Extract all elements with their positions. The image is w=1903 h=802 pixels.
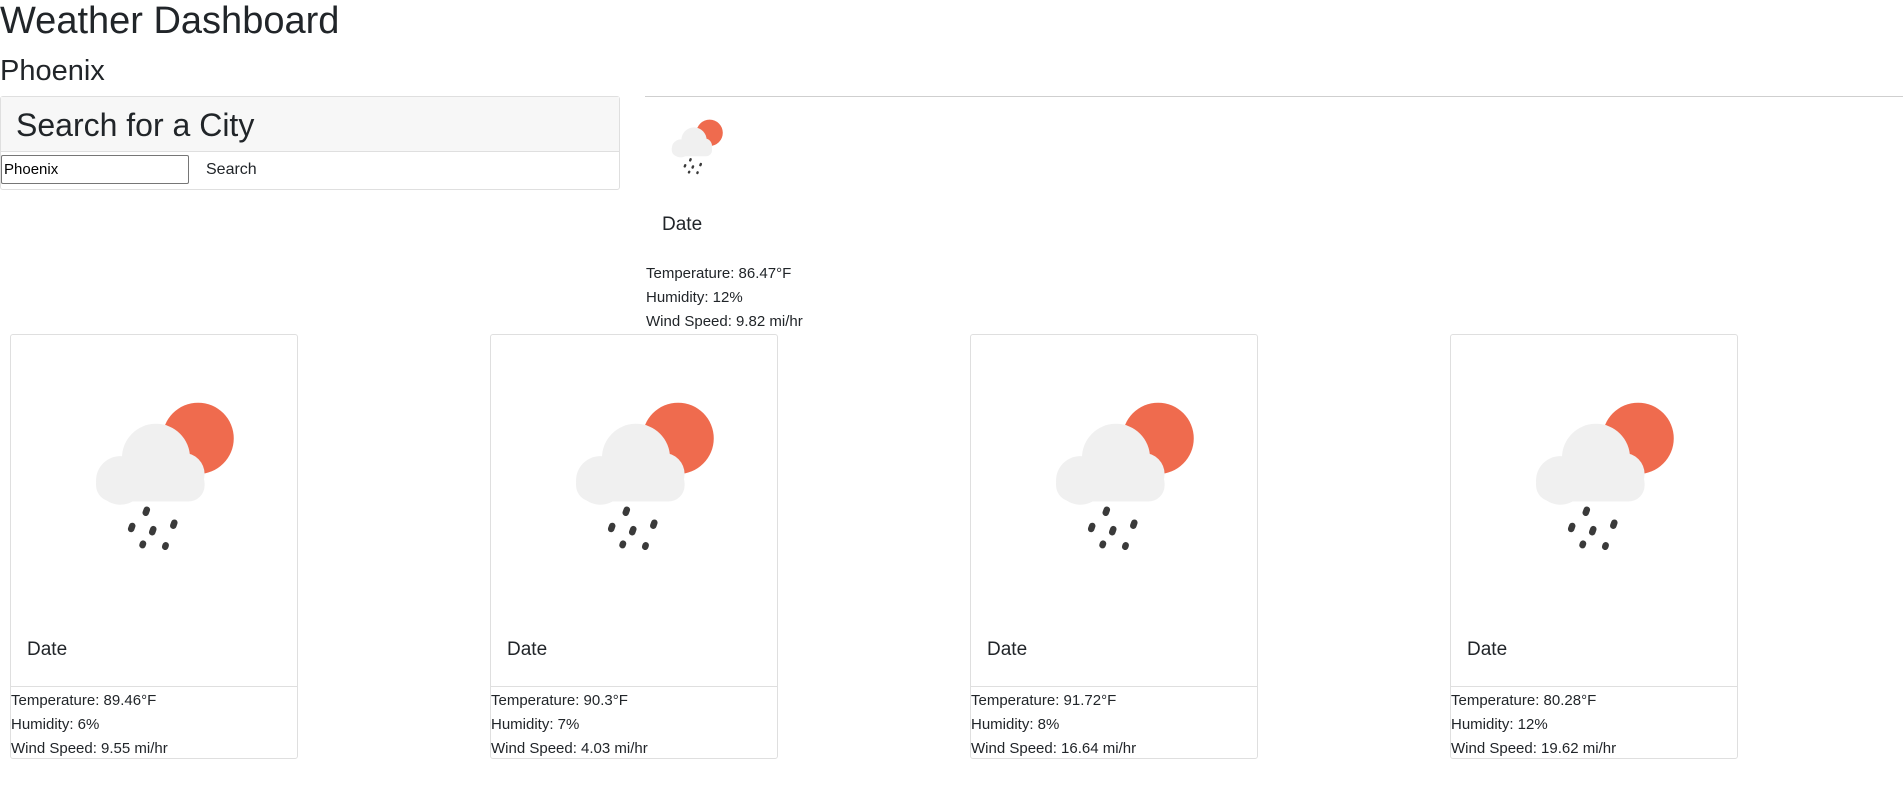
forecast-date: Date [507, 639, 548, 660]
search-row: Search [1, 152, 619, 190]
current-weather-divider [645, 96, 1903, 97]
forecast-stats: Temperature: 91.72°F Humidity: 8% Wind S… [971, 686, 1257, 761]
forecast-humidity: Humidity: 6% [11, 716, 100, 733]
forecast-card: Date Temperature: 80.28°F Humidity: 12% … [1450, 334, 1738, 759]
current-temperature: Temperature: 86.47°F [646, 265, 792, 282]
cloud-rain-sun-icon [75, 393, 237, 555]
forecast-wind-speed: Wind Speed: 4.03 mi/hr [491, 740, 648, 757]
forecast-wind-speed: Wind Speed: 9.55 mi/hr [11, 740, 168, 757]
search-card: Search for a City Search [0, 96, 620, 190]
city-search-input[interactable] [1, 155, 189, 184]
current-weather-stats: Temperature: 86.47°F Humidity: 12% Wind … [646, 262, 803, 334]
forecast-humidity: Humidity: 8% [971, 716, 1060, 733]
app-title: Weather Dashboard [0, 0, 340, 42]
current-wind-speed: Wind Speed: 9.82 mi/hr [646, 313, 803, 330]
forecast-card: Date Temperature: 91.72°F Humidity: 8% W… [970, 334, 1258, 759]
forecast-temperature: Temperature: 91.72°F [971, 692, 1117, 709]
cloud-rain-sun-icon [1515, 393, 1677, 555]
forecast-stats: Temperature: 80.28°F Humidity: 12% Wind … [1451, 686, 1737, 761]
forecast-stats: Temperature: 90.3°F Humidity: 7% Wind Sp… [491, 686, 777, 761]
forecast-wind-speed: Wind Speed: 19.62 mi/hr [1451, 740, 1617, 757]
forecast-temperature: Temperature: 80.28°F [1451, 692, 1597, 709]
cloud-rain-sun-icon [664, 116, 724, 176]
forecast-card: Date Temperature: 89.46°F Humidity: 6% W… [10, 334, 298, 759]
forecast-temperature: Temperature: 89.46°F [11, 692, 157, 709]
forecast-temperature: Temperature: 90.3°F [491, 692, 628, 709]
weather-dashboard-page: Weather Dashboard Phoenix Search for a C… [0, 0, 1903, 802]
city-title: Phoenix [0, 55, 105, 87]
forecast-humidity: Humidity: 7% [491, 716, 580, 733]
forecast-date: Date [27, 639, 68, 660]
cloud-rain-sun-icon [555, 393, 717, 555]
forecast-humidity: Humidity: 12% [1451, 716, 1548, 733]
current-humidity: Humidity: 12% [646, 289, 743, 306]
search-button[interactable]: Search [199, 156, 264, 184]
forecast-date: Date [987, 639, 1028, 660]
forecast-wind-speed: Wind Speed: 16.64 mi/hr [971, 740, 1137, 757]
current-date: Date [662, 214, 703, 235]
search-card-title: Search for a City [16, 107, 255, 143]
forecast-card: Date Temperature: 90.3°F Humidity: 7% Wi… [490, 334, 778, 759]
cloud-rain-sun-icon [1035, 393, 1197, 555]
forecast-date: Date [1467, 639, 1508, 660]
forecast-stats: Temperature: 89.46°F Humidity: 6% Wind S… [11, 686, 297, 761]
search-card-header: Search for a City [1, 97, 619, 152]
